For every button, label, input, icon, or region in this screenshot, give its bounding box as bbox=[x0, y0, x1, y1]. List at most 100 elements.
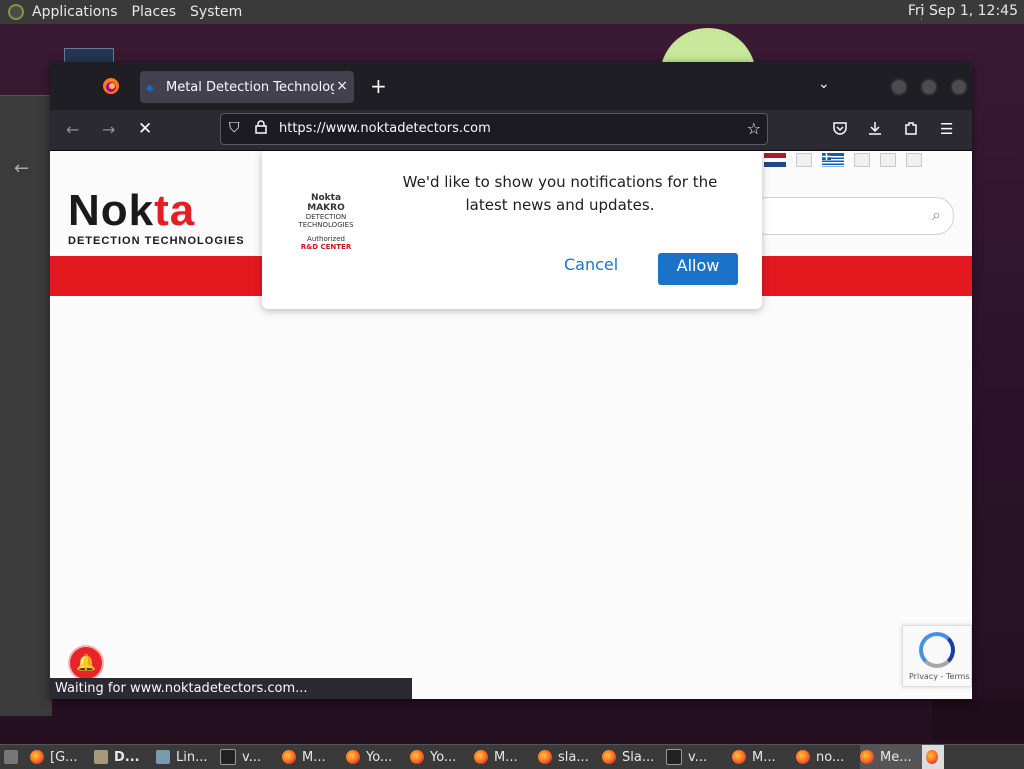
list-all-tabs-chevron-icon[interactable]: ⌄ bbox=[818, 76, 830, 92]
taskbar-item-label: Me... bbox=[880, 749, 912, 765]
taskbar-item[interactable]: Yo... bbox=[346, 745, 410, 769]
new-tab-button[interactable]: + bbox=[370, 74, 387, 98]
menu-applications[interactable]: Applications bbox=[32, 4, 118, 20]
flag-netherlands-icon[interactable] bbox=[764, 153, 786, 167]
taskbar-item[interactable]: M... bbox=[732, 745, 796, 769]
stop-loading-button[interactable]: ✕ bbox=[138, 119, 152, 139]
recaptcha-badge[interactable]: Privacy - Terms bbox=[902, 625, 972, 687]
maximize-button[interactable] bbox=[920, 78, 938, 96]
show-desktop-button[interactable] bbox=[0, 745, 30, 769]
distro-logo-icon[interactable] bbox=[8, 4, 24, 20]
logo-text-accent: ta bbox=[154, 186, 196, 235]
tab-active[interactable]: ◆ Metal Detection Technologie × bbox=[140, 71, 354, 103]
back-button[interactable]: ← bbox=[66, 120, 79, 139]
tool-icon bbox=[156, 750, 170, 764]
nav-bar: ← → ✕ ⛉ https://www.noktadetectors.com ☆… bbox=[50, 110, 972, 151]
taskbar-item-active[interactable]: Me... bbox=[860, 745, 922, 769]
firefox-icon bbox=[410, 750, 424, 764]
taskbar-item[interactable]: [G... bbox=[30, 745, 94, 769]
menu-places[interactable]: Places bbox=[132, 4, 177, 20]
taskbar-item[interactable]: Yo... bbox=[410, 745, 474, 769]
flag-greece-icon[interactable] bbox=[822, 153, 844, 167]
close-window-button[interactable] bbox=[950, 78, 968, 96]
popup-logo-sub: DETECTION TECHNOLOGIES bbox=[298, 213, 354, 229]
background-window-left[interactable]: ← bbox=[0, 95, 52, 716]
taskbar: [G... D... Lin... v... M... Yo... Yo... … bbox=[0, 744, 1024, 769]
firefox-icon[interactable] bbox=[102, 77, 120, 99]
tab-title: Metal Detection Technologie bbox=[166, 79, 334, 95]
workspace-switcher[interactable] bbox=[922, 745, 944, 769]
recaptcha-icon bbox=[919, 632, 955, 668]
pocket-icon[interactable] bbox=[832, 120, 848, 140]
firefox-icon bbox=[538, 750, 552, 764]
firefox-icon bbox=[474, 750, 488, 764]
terminal-icon bbox=[666, 749, 682, 765]
recaptcha-terms[interactable]: Privacy - Terms bbox=[909, 672, 970, 681]
taskbar-item-label: M... bbox=[494, 749, 518, 765]
folder-icon bbox=[94, 750, 108, 764]
popup-logo-authorized: Authorized bbox=[307, 235, 345, 243]
taskbar-item[interactable]: v... bbox=[666, 745, 732, 769]
taskbar-item-label: v... bbox=[688, 749, 708, 765]
search-icon[interactable]: ⌕ bbox=[932, 205, 941, 225]
popup-logo-rd: R&D CENTER bbox=[300, 243, 352, 251]
menu-hamburger-icon[interactable]: ☰ bbox=[940, 120, 953, 138]
cancel-button[interactable]: Cancel bbox=[564, 255, 618, 274]
menu-system[interactable]: System bbox=[190, 4, 242, 20]
taskbar-item[interactable]: sla... bbox=[538, 745, 602, 769]
tab-close-button[interactable]: × bbox=[336, 78, 348, 94]
firefox-icon bbox=[926, 750, 938, 764]
firefox-icon bbox=[860, 750, 874, 764]
taskbar-item-label: D... bbox=[114, 749, 140, 765]
minimize-button[interactable] bbox=[890, 78, 908, 96]
firefox-icon bbox=[796, 750, 810, 764]
firefox-icon bbox=[346, 750, 360, 764]
site-search-input[interactable]: ⌕ bbox=[750, 197, 954, 235]
downloads-icon[interactable] bbox=[867, 120, 883, 140]
web-page: Nokta DETECTION TECHNOLOGIES ⌕ 🔔 Privacy… bbox=[50, 151, 972, 699]
taskbar-item[interactable]: M... bbox=[282, 745, 346, 769]
desktop-icon bbox=[4, 750, 18, 764]
taskbar-item-label: [G... bbox=[50, 749, 78, 765]
notification-permission-popup: Nokta MAKRO DETECTION TECHNOLOGIES Autho… bbox=[262, 151, 762, 309]
bookmark-star-icon[interactable]: ☆ bbox=[747, 119, 761, 138]
firefox-icon bbox=[282, 750, 296, 764]
taskbar-item-label: M... bbox=[752, 749, 776, 765]
taskbar-item[interactable]: v... bbox=[220, 745, 282, 769]
flag-placeholder-icon[interactable] bbox=[796, 153, 812, 167]
url-bar[interactable]: ⛉ https://www.noktadetectors.com ☆ bbox=[220, 113, 768, 145]
browser-window: ◆ Metal Detection Technologie × + ⌄ ← → … bbox=[50, 62, 972, 699]
taskbar-item-label: Sla... bbox=[622, 749, 655, 765]
top-panel: Applications Places System Fri Sep 1, 12… bbox=[0, 0, 1024, 25]
language-flags bbox=[764, 153, 922, 167]
taskbar-item-label: M... bbox=[302, 749, 326, 765]
extensions-icon[interactable] bbox=[903, 120, 919, 140]
url-text[interactable]: https://www.noktadetectors.com bbox=[279, 121, 491, 136]
firefox-icon bbox=[602, 750, 616, 764]
status-bar: Waiting for www.noktadetectors.com... bbox=[50, 678, 412, 699]
terminal-icon bbox=[220, 749, 236, 765]
taskbar-item-label: Lin... bbox=[176, 749, 208, 765]
taskbar-item[interactable]: M... bbox=[474, 745, 538, 769]
logo-text: Nok bbox=[68, 186, 155, 235]
taskbar-item[interactable]: Sla... bbox=[602, 745, 666, 769]
taskbar-item[interactable]: no... bbox=[796, 745, 860, 769]
tracking-shield-icon[interactable]: ⛉ bbox=[229, 120, 240, 136]
allow-button[interactable]: Allow bbox=[658, 253, 738, 285]
popup-logo-brand: Nokta MAKRO bbox=[307, 193, 345, 213]
clock[interactable]: Fri Sep 1, 12:45 bbox=[908, 3, 1018, 19]
back-arrow-icon[interactable]: ← bbox=[14, 158, 29, 179]
lock-icon[interactable] bbox=[255, 120, 267, 138]
forward-button[interactable]: → bbox=[102, 120, 115, 139]
flag-placeholder-icon[interactable] bbox=[854, 153, 870, 167]
nokta-logo[interactable]: Nokta DETECTION TECHNOLOGIES bbox=[68, 186, 245, 248]
flag-placeholder-icon[interactable] bbox=[906, 153, 922, 167]
taskbar-item-label: Yo... bbox=[430, 749, 457, 765]
taskbar-item[interactable]: Lin... bbox=[156, 745, 220, 769]
notification-bell-icon[interactable]: 🔔 bbox=[70, 647, 102, 679]
site-favicon-icon: ◆ bbox=[146, 83, 154, 94]
flag-placeholder-icon[interactable] bbox=[880, 153, 896, 167]
taskbar-item[interactable]: D... bbox=[94, 745, 156, 769]
taskbar-item-label: no... bbox=[816, 749, 845, 765]
logo-subtitle: DETECTION TECHNOLOGIES bbox=[68, 235, 245, 247]
